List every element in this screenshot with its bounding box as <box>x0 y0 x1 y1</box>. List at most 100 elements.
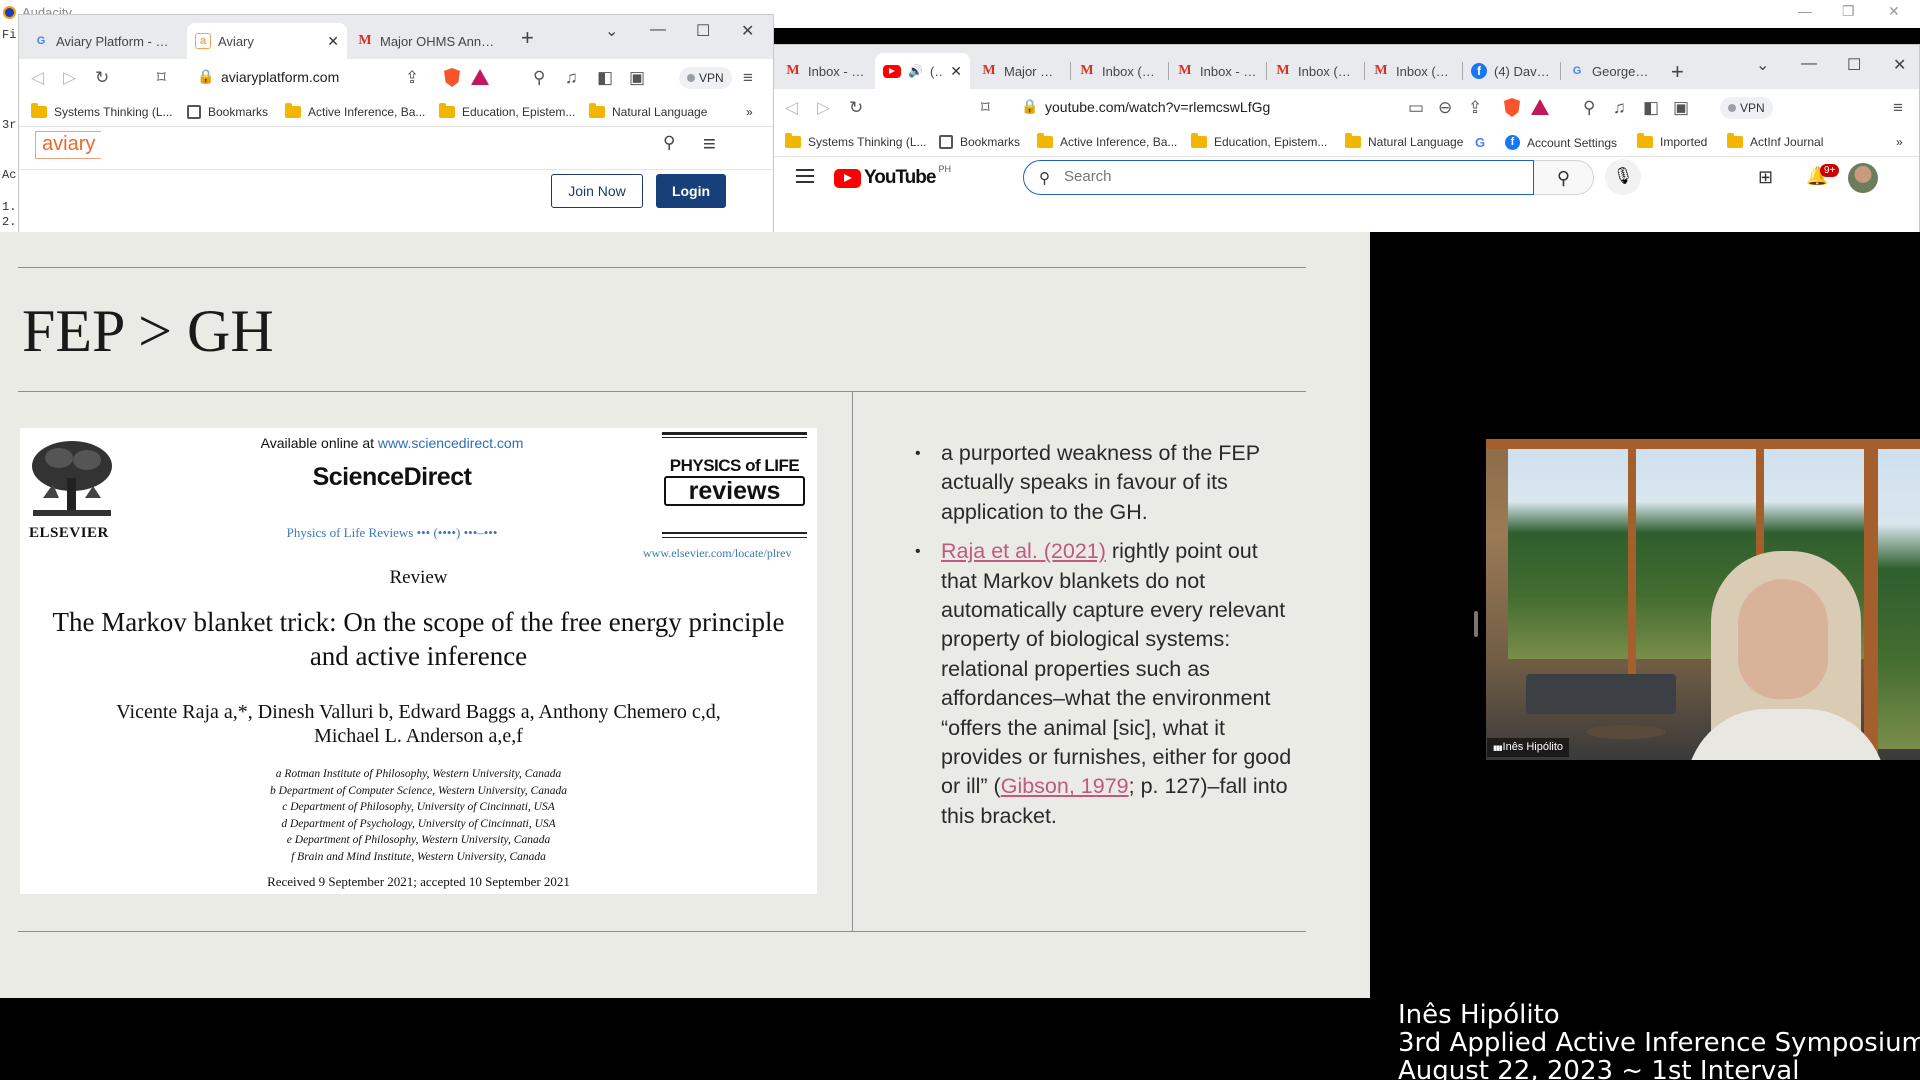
tab-aviary[interactable]: a Aviary ✕ <box>187 23 347 59</box>
brave-rewards-icon[interactable] <box>471 69 489 85</box>
journal-logo: PHYSICS of LIFE reviews <box>662 432 807 542</box>
close-tab-icon[interactable]: ✕ <box>950 63 962 80</box>
article-section: Review <box>389 567 448 588</box>
bookmark-label: Account Settings <box>1527 135 1618 150</box>
bookmark-item[interactable]: Systems Thinking (L... <box>785 133 927 149</box>
close-icon[interactable]: ✕ <box>741 21 754 41</box>
tab[interactable]: G Aviary Platform - Goog <box>25 23 185 59</box>
wallet-icon[interactable]: ▣ <box>629 68 645 88</box>
tab[interactable]: M Inbox (10,7 <box>1365 53 1461 89</box>
search-icon[interactable]: ⚲ <box>663 133 675 153</box>
bookmark-item[interactable]: ActInf Journal <box>1727 133 1823 149</box>
search-box[interactable]: ⚲ <box>1023 160 1534 195</box>
bookmark-item[interactable]: Education, Epistem... <box>1191 133 1328 149</box>
menu-icon[interactable]: ≡ <box>743 68 753 88</box>
reload-icon[interactable]: ↻ <box>849 98 863 118</box>
restore-icon[interactable]: ❐ <box>1842 3 1855 20</box>
bookmark-item[interactable]: Active Inference, Ba... <box>1037 133 1177 149</box>
bookmark-icon[interactable]: ⌑ <box>157 68 166 88</box>
close-icon[interactable]: ✕ <box>1888 3 1900 20</box>
tab[interactable]: M Inbox - dav <box>1169 53 1265 89</box>
brave-shield-icon[interactable] <box>1504 98 1520 117</box>
availability-text: Available online at <box>260 435 378 451</box>
media-icon[interactable]: ♫ <box>565 68 578 88</box>
minimize-icon[interactable]: — <box>1798 3 1812 19</box>
avatar[interactable] <box>1848 163 1878 193</box>
youtube-logo[interactable]: YouTube PH <box>834 164 951 189</box>
bookmark-item[interactable]: Natural Language <box>589 103 707 119</box>
bookmark-label: Education, Epistem... <box>1214 135 1328 149</box>
bookmark-item[interactable]: Bookmarks <box>939 135 1020 149</box>
media-icon[interactable]: ♫ <box>1613 98 1626 118</box>
search-button[interactable]: ⚲ <box>1534 160 1594 195</box>
bookmark-item[interactable]: Bookmarks <box>187 105 268 119</box>
hamburger-menu-icon[interactable]: ≡ <box>703 131 716 157</box>
join-now-button[interactable]: Join Now <box>551 174 643 208</box>
zoom-icon[interactable]: ⊖ <box>1438 98 1452 118</box>
bookmark-item[interactable]: Systems Thinking (L... <box>31 103 173 119</box>
received-date: Received 9 September 2021; accepted 10 S… <box>267 874 570 889</box>
tab[interactable]: G George Ma <box>1561 53 1657 89</box>
google-icon[interactable]: G <box>1475 135 1485 150</box>
brave-shield-icon[interactable] <box>444 68 460 87</box>
rule <box>662 532 807 534</box>
back-icon[interactable]: ◁ <box>785 98 798 118</box>
reload-icon[interactable]: ↻ <box>95 68 109 88</box>
bookmark-item[interactable]: Natural Language <box>1345 133 1463 149</box>
address-bar[interactable]: youtube.com/watch?v=rlemcswLfGg <box>1045 99 1270 115</box>
tab[interactable]: f (4) Dave D <box>1463 53 1559 89</box>
bookmark-icon[interactable]: ⌑ <box>981 98 990 118</box>
aviary-logo[interactable]: aviary <box>35 131 102 159</box>
create-video-icon[interactable]: ⊞ <box>1758 167 1773 188</box>
bookmark-item[interactable]: Education, Epistem... <box>439 103 575 119</box>
chevron-right-icon[interactable]: » <box>746 105 753 119</box>
forward-icon[interactable]: ▷ <box>817 98 830 118</box>
bookmark-item[interactable]: Imported <box>1637 133 1707 149</box>
wallet-icon[interactable]: ▣ <box>1673 98 1689 118</box>
hamburger-menu-icon[interactable] <box>796 169 814 187</box>
login-button[interactable]: Login <box>656 174 726 208</box>
tab[interactable]: M Major OHMS Announc <box>349 23 509 59</box>
new-tab-icon[interactable]: + <box>521 25 534 51</box>
tab[interactable]: M Inbox (10,7 <box>1071 53 1167 89</box>
extensions-icon[interactable]: ⚲ <box>533 68 545 88</box>
sidebar-icon[interactable]: ◧ <box>1643 98 1659 118</box>
folder-icon <box>1037 133 1053 148</box>
tab-youtube[interactable]: 🔊 (16) ✕ <box>875 53 970 89</box>
chevron-right-icon[interactable]: » <box>1896 135 1903 149</box>
tab-search-icon[interactable]: ⌄ <box>605 21 618 41</box>
microphone-icon[interactable]: 🎙 <box>1605 159 1641 195</box>
brave-rewards-icon[interactable] <box>1531 99 1549 115</box>
close-tab-icon[interactable]: ✕ <box>327 33 339 50</box>
minimize-icon[interactable]: — <box>1801 55 1817 73</box>
share-icon[interactable]: ⇪ <box>1468 98 1482 118</box>
resize-handle[interactable] <box>1474 611 1478 637</box>
folder-icon <box>1727 133 1743 148</box>
tab[interactable]: M Inbox (19) <box>1267 53 1363 89</box>
close-icon[interactable]: ✕ <box>1893 55 1906 75</box>
bookmark-item[interactable]: f Account Settings <box>1505 135 1617 150</box>
tab[interactable]: M Major OHM <box>973 53 1069 89</box>
search-input[interactable] <box>1064 168 1504 185</box>
new-tab-icon[interactable]: + <box>1671 59 1684 85</box>
back-icon[interactable]: ◁ <box>31 68 44 88</box>
tab-label: (4) Dave D <box>1494 63 1551 79</box>
minimize-icon[interactable]: — <box>650 21 666 39</box>
maximize-icon[interactable]: ☐ <box>1847 55 1861 75</box>
vpn-button[interactable]: VPN <box>679 67 732 89</box>
share-icon[interactable]: ⇪ <box>405 68 419 88</box>
forward-icon[interactable]: ▷ <box>63 68 76 88</box>
menu-icon[interactable]: ≡ <box>1893 98 1903 118</box>
extensions-icon[interactable]: ⚲ <box>1583 98 1595 118</box>
cast-icon[interactable]: ▭ <box>1408 98 1424 118</box>
paper-authors: Vicente Raja a,*, Dinesh Valluri b, Edwa… <box>40 700 797 748</box>
bookmark-item[interactable]: Active Inference, Ba... <box>285 103 425 119</box>
youtube-icon <box>834 168 861 188</box>
presentation-slide: FEP > GH ELSEVIER Available online at ww… <box>0 232 1370 998</box>
tab[interactable]: M Inbox - dav <box>777 53 873 89</box>
sidebar-icon[interactable]: ◧ <box>597 68 613 88</box>
tab-search-icon[interactable]: ⌄ <box>1756 55 1769 75</box>
address-bar[interactable]: aviaryplatform.com <box>221 69 339 85</box>
vpn-button[interactable]: VPN <box>1720 97 1773 119</box>
maximize-icon[interactable]: ☐ <box>696 21 710 41</box>
